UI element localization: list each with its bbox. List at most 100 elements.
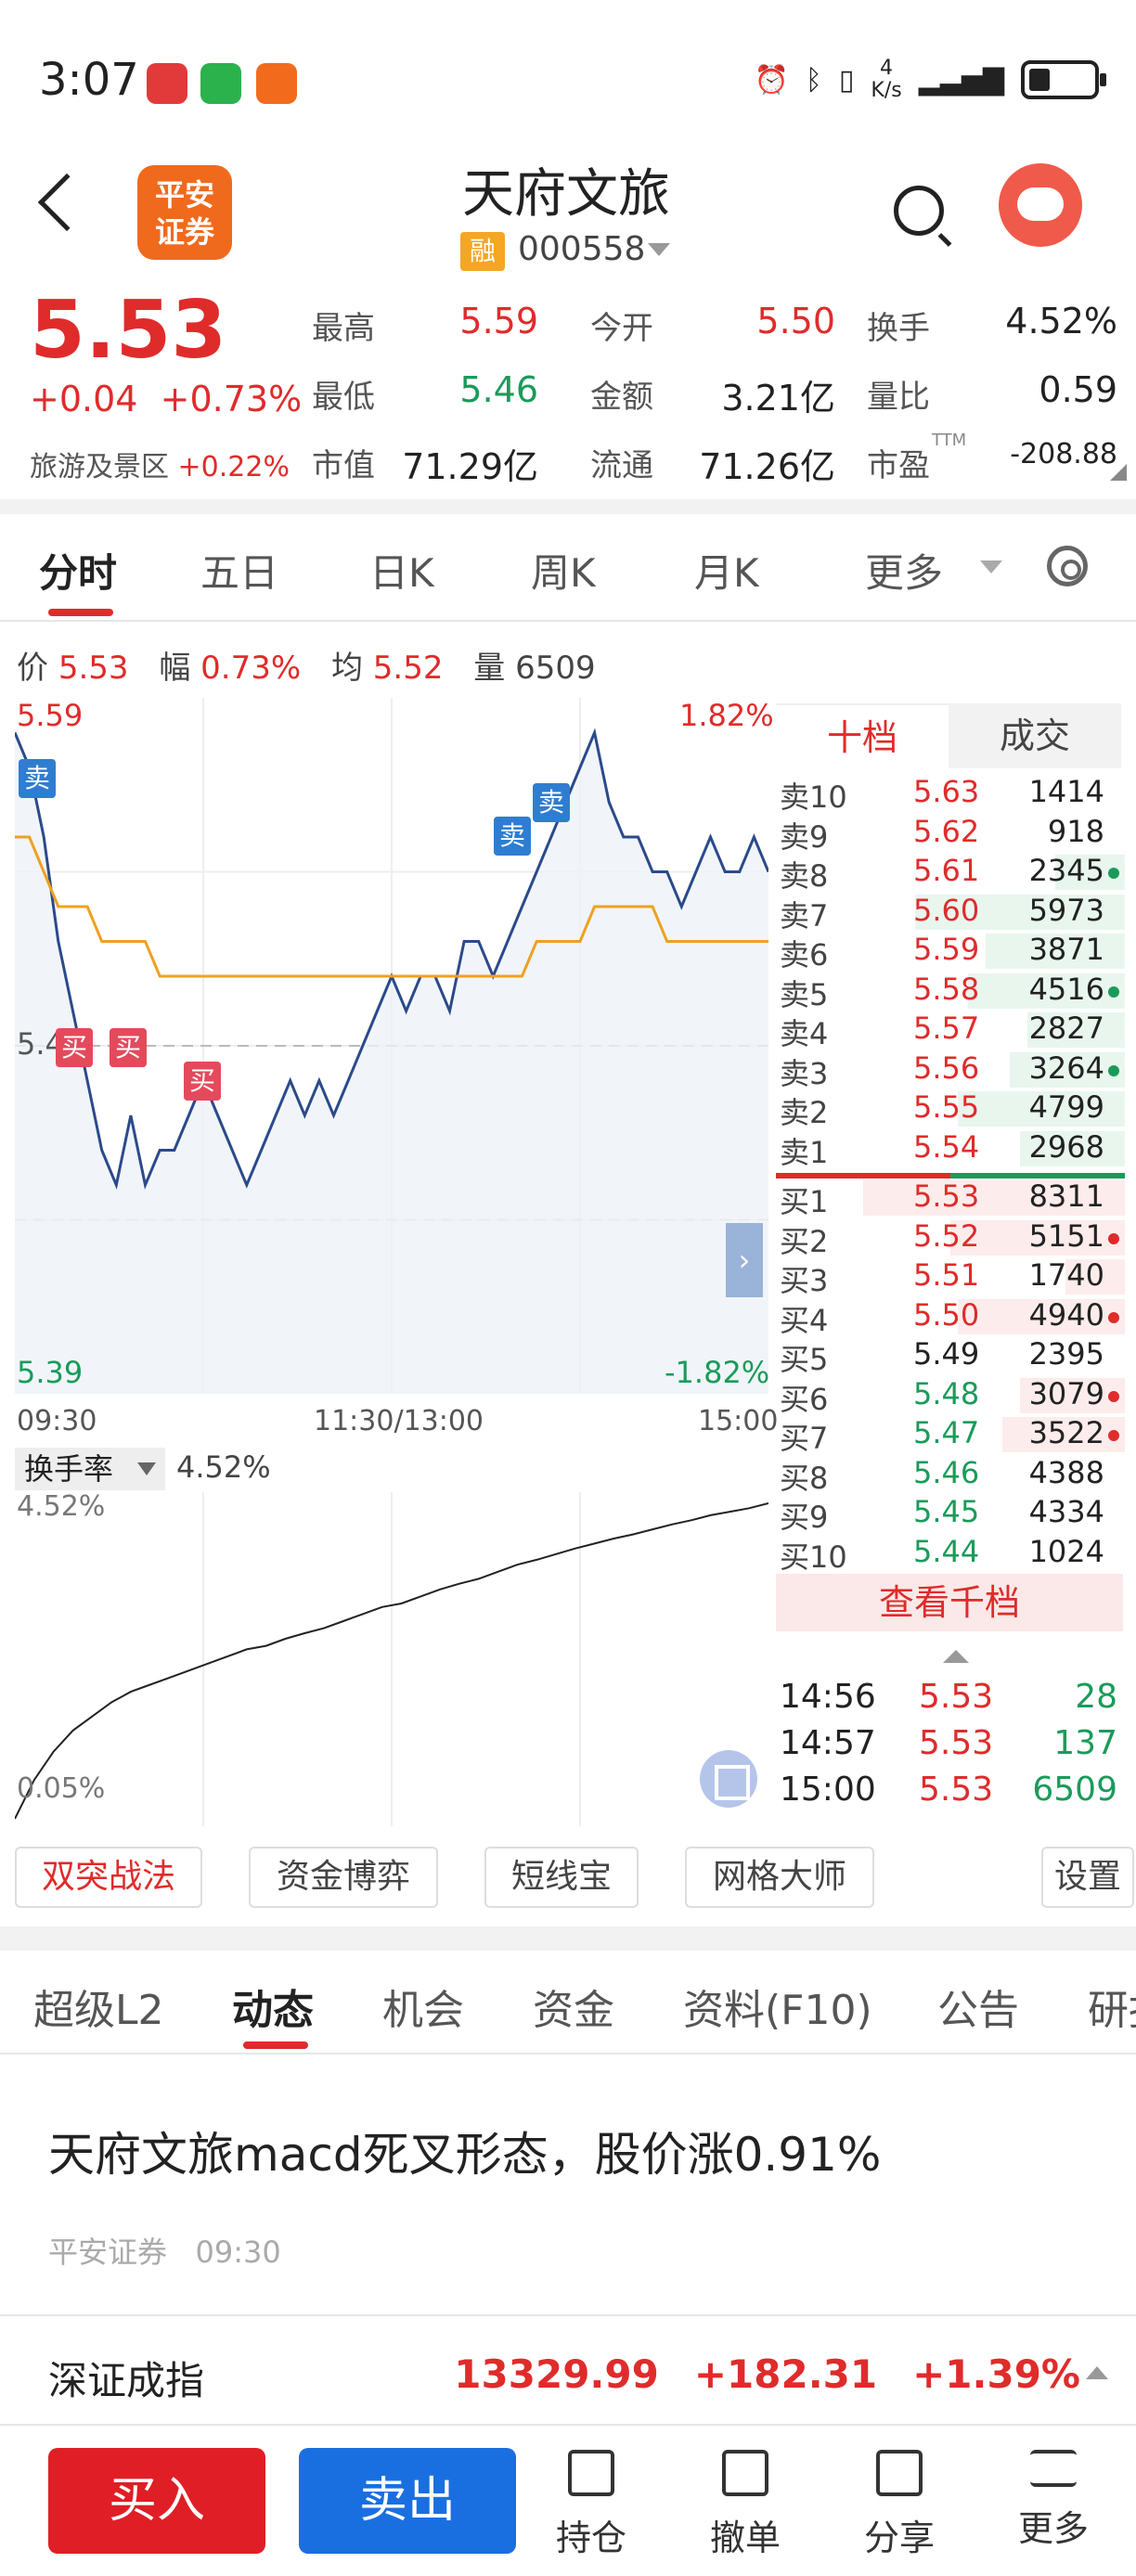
gear-icon[interactable]: [1047, 546, 1088, 586]
level-volume: 918: [1047, 813, 1104, 849]
quote-label: 流通: [590, 447, 653, 484]
level-price: 5.55: [913, 1089, 980, 1125]
order-dot: [1108, 1311, 1119, 1323]
ask-row[interactable]: 卖4 5.57 2827: [776, 1011, 1125, 1051]
share-button[interactable]: 分享: [848, 2450, 950, 2560]
tab-info-2[interactable]: 机会: [382, 1977, 464, 2036]
tab-underline: [48, 609, 113, 616]
bid-row[interactable]: 买4 5.50 4940: [776, 1297, 1125, 1338]
bid-row[interactable]: 买5 5.49 2395: [776, 1336, 1125, 1377]
tab-trades[interactable]: 成交: [949, 703, 1121, 768]
tab-info-3[interactable]: 资金: [533, 1977, 614, 2036]
tab-period-0[interactable]: 分时: [39, 542, 117, 599]
ask-row[interactable]: 卖10 5.63 1414: [776, 774, 1125, 815]
tab-info-5[interactable]: 公告: [937, 1977, 1019, 2036]
back-icon[interactable]: [37, 173, 97, 232]
news-headline[interactable]: 天府文旅macd死叉形态，股价涨0.91%: [48, 2118, 881, 2184]
broker-logo[interactable]: 平安 证券: [137, 165, 232, 260]
tab-ten-levels[interactable]: 十档: [776, 703, 949, 768]
chevron-right-icon[interactable]: ›: [726, 1223, 763, 1297]
turnover-chart[interactable]: [15, 1492, 768, 1826]
positions-button[interactable]: 持仓: [540, 2450, 642, 2560]
view-1000-levels-button[interactable]: 查看千档: [776, 1574, 1123, 1631]
bid-row[interactable]: 买10 5.44 1024: [776, 1533, 1125, 1575]
trade-time: 14:56: [780, 1678, 876, 1716]
level-price: 5.61: [913, 853, 980, 888]
quote-label: 最低: [312, 379, 375, 416]
level-label: 卖4: [780, 1016, 829, 1051]
sector-info[interactable]: 旅游及景区 +0.22%: [30, 444, 290, 484]
buy-signal-tag[interactable]: 买: [184, 1062, 221, 1101]
alarm-icon: ⏰: [754, 63, 789, 97]
sell-signal-tag[interactable]: 卖: [533, 783, 570, 822]
ask-row[interactable]: 卖5 5.58 4516: [776, 971, 1125, 1012]
chevron-up-icon[interactable]: [943, 1650, 969, 1663]
tab-period-3[interactable]: 周K: [531, 542, 596, 599]
tool-button-4[interactable]: 设置: [1041, 1847, 1134, 1908]
ask-row[interactable]: 卖6 5.59 3871: [776, 932, 1125, 972]
corner-indicator[interactable]: [1110, 464, 1127, 481]
sell-signal-tag[interactable]: 卖: [494, 817, 531, 856]
chevron-down-icon[interactable]: [648, 243, 670, 256]
level-price: 5.47: [913, 1415, 980, 1450]
tab-period-1[interactable]: 五日: [200, 542, 278, 599]
sell-signal-tag[interactable]: 卖: [19, 759, 56, 798]
ask-row[interactable]: 卖2 5.55 4799: [776, 1089, 1125, 1130]
tab-period-2[interactable]: 日K: [369, 542, 434, 599]
level-price: 5.49: [913, 1336, 980, 1372]
bid-row[interactable]: 买3 5.51 1740: [776, 1257, 1125, 1298]
ask-row[interactable]: 卖1 5.54 2968: [776, 1129, 1125, 1170]
tool-button-3[interactable]: 网格大师: [685, 1847, 874, 1908]
bid-row[interactable]: 买7 5.47 3522: [776, 1415, 1125, 1456]
tool-button-1[interactable]: 资金博弈: [249, 1847, 438, 1908]
trade-volume: 137: [1053, 1724, 1117, 1762]
level-volume: 2395: [1028, 1336, 1104, 1372]
level-price: 5.57: [913, 1011, 980, 1046]
more-button[interactable]: 更多: [1002, 2450, 1104, 2551]
level-price: 5.58: [913, 971, 980, 1007]
bid-row[interactable]: 买1 5.53 8311: [776, 1179, 1125, 1219]
level-price: 5.53: [913, 1179, 980, 1214]
level-price: 5.62: [913, 813, 980, 849]
chevron-down-icon[interactable]: [980, 560, 1002, 573]
indicator-selector[interactable]: 换手率: [15, 1448, 165, 1490]
tool-button-0[interactable]: 双突战法: [15, 1847, 202, 1908]
cancel-order-button[interactable]: 撤单: [694, 2450, 796, 2560]
level-label: 卖2: [780, 1095, 829, 1130]
buy-button[interactable]: 买入: [48, 2448, 265, 2554]
index-values[interactable]: 13329.99 +182.31 +1.39%: [454, 2351, 1080, 2397]
assistant-avatar[interactable]: [999, 163, 1082, 247]
tab-info-0[interactable]: 超级L2: [33, 1977, 164, 2036]
chevron-up-icon[interactable]: [1086, 2366, 1108, 2379]
order-dot: [1108, 985, 1119, 998]
ask-row[interactable]: 卖7 5.60 5973: [776, 893, 1125, 934]
ask-row[interactable]: 卖8 5.61 2345: [776, 853, 1125, 894]
level-volume: 8311: [1028, 1179, 1104, 1214]
buy-signal-tag[interactable]: 买: [56, 1028, 93, 1067]
sell-button[interactable]: 卖出: [299, 2448, 516, 2554]
tab-period-5[interactable]: 更多: [865, 542, 943, 599]
bid-row[interactable]: 买2 5.52 5151: [776, 1218, 1125, 1259]
buy-signal-tag[interactable]: 买: [110, 1028, 147, 1067]
level-price: 5.48: [913, 1375, 980, 1411]
bid-row[interactable]: 买8 5.46 4388: [776, 1455, 1125, 1496]
trade-price: 5.53: [919, 1724, 994, 1762]
ask-row[interactable]: 卖9 5.62 918: [776, 813, 1125, 855]
tab-info-1[interactable]: 动态: [232, 1977, 314, 2036]
tab-period-4[interactable]: 月K: [694, 542, 759, 599]
search-icon[interactable]: [894, 186, 944, 236]
tab-info-4[interactable]: 资料(F10): [683, 1977, 872, 2036]
quote-label: 市盈: [867, 447, 930, 484]
stock-code[interactable]: 000558: [518, 230, 645, 268]
y-max-pct-label: 1.82%: [679, 698, 774, 733]
tab-info-6[interactable]: 研报: [1088, 1977, 1136, 2036]
index-name[interactable]: 深证成指: [48, 2350, 204, 2406]
ask-row[interactable]: 卖3 5.56 3264: [776, 1050, 1125, 1091]
level-label: 买10: [780, 1539, 847, 1575]
tool-button-2[interactable]: 短线宝: [484, 1847, 639, 1908]
bid-row[interactable]: 买6 5.48 3079: [776, 1375, 1125, 1417]
fullscreen-icon[interactable]: [700, 1750, 757, 1808]
bid-row[interactable]: 买9 5.45 4334: [776, 1494, 1125, 1535]
level-volume: 1024: [1028, 1533, 1104, 1569]
status-indicators: ⏰ ᛒ ▯ 4 K/s ▂▃▅▇: [754, 58, 1106, 102]
